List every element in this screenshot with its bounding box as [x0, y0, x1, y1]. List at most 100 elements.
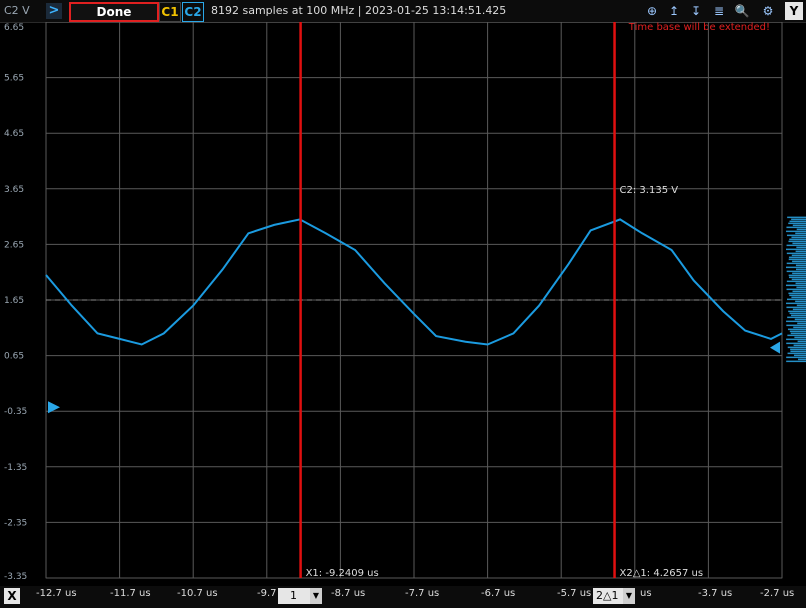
cursor-down-icon[interactable]: ↧	[688, 3, 704, 19]
histogram-bar	[795, 282, 806, 285]
x-axis-button[interactable]: X	[4, 588, 20, 604]
y-tick-label: 1.65	[4, 296, 24, 306]
histogram-bar	[788, 310, 806, 313]
histogram-bar	[786, 280, 806, 283]
y-axis-channel-label: C2 V	[4, 4, 30, 17]
x-tick-label: -9.7	[257, 588, 277, 599]
histogram-bar	[792, 260, 806, 263]
cursor-label-1: X1: -9.2409 us	[306, 568, 379, 579]
histogram-bar	[788, 274, 806, 277]
y-tick-label: 5.65	[4, 74, 24, 84]
cursor-1-dropdown-value: 1	[290, 589, 297, 602]
x-tick-label: -3.7 us	[698, 588, 733, 599]
x-tick-label: -2.7 us	[760, 588, 795, 599]
done-button[interactable]: Done	[69, 2, 159, 22]
histogram-bar	[793, 354, 806, 357]
cursor-lines-icon[interactable]: ≣	[711, 3, 727, 19]
cursor-label-2: X2△1: 4.2657 us	[620, 568, 704, 579]
y-tick-label: -2.35	[4, 518, 27, 528]
zoom-fit-icon[interactable]: ⊕	[644, 3, 660, 19]
magnifier-icon[interactable]: 🔍	[734, 3, 750, 19]
histogram-bar	[797, 358, 806, 361]
histogram-bar	[789, 294, 806, 297]
histogram-bar	[786, 288, 806, 291]
histogram-bar	[796, 246, 806, 249]
histogram-bar	[792, 224, 806, 227]
y-tick-label: -0.35	[4, 407, 27, 417]
histogram-bar	[794, 318, 806, 321]
histogram-bar	[787, 334, 806, 337]
acquisition-status: 8192 samples at 100 MHz | 2023-01-25 13:…	[211, 4, 507, 17]
histogram-bar	[787, 328, 806, 331]
histogram-bar	[789, 220, 806, 223]
histogram-bar	[790, 350, 806, 353]
channel-2-button[interactable]: C2	[182, 2, 204, 22]
histogram-bar	[792, 272, 806, 275]
histogram-bar	[786, 342, 806, 345]
y-tick-label: 4.65	[4, 129, 24, 139]
x-tick-label: -10.7 us	[177, 588, 218, 599]
chevron-down-icon: ▼	[310, 588, 322, 604]
histogram-bar	[788, 256, 806, 259]
histogram-bar	[792, 242, 806, 245]
histogram-bar	[796, 286, 806, 289]
cursor-2-dropdown[interactable]: 2△1 ▼	[593, 588, 635, 604]
histogram-bar	[788, 292, 806, 295]
histogram-bar	[789, 330, 806, 333]
histogram-bar	[791, 314, 806, 317]
x-tick-label: -7.7 us	[405, 588, 440, 599]
histogram-bar	[791, 218, 806, 221]
histogram-bar	[787, 316, 806, 319]
histogram-bar	[788, 276, 806, 279]
histogram-bar	[786, 262, 806, 265]
cursor-2-dropdown-value: 2△1	[596, 589, 619, 602]
histogram-bar	[788, 258, 806, 261]
histogram-bar	[786, 248, 806, 251]
channel-1-button[interactable]: C1	[159, 2, 181, 22]
plot-area[interactable]: 6.65 5.65 4.65 3.65 2.65 1.65 0.65 -0.35 -1.35 -2…	[0, 21, 806, 586]
cursor-value-label: C2: 3.135 V	[620, 185, 679, 196]
x-tick-label: us	[640, 588, 652, 599]
histogram-bar	[791, 278, 806, 281]
x-tick-label: -6.7 us	[481, 588, 516, 599]
trigger-marker-right	[770, 341, 780, 354]
cursor-1-dropdown[interactable]: 1 ▼	[278, 588, 322, 604]
settings-icon[interactable]: ⚙	[760, 3, 776, 19]
histogram-bar	[791, 254, 806, 257]
histogram-bar	[787, 352, 806, 355]
histogram-bar	[786, 302, 806, 305]
histogram-bar	[786, 252, 806, 255]
histogram-bar	[791, 236, 806, 239]
histogram-bar	[786, 234, 806, 237]
histogram-bar	[786, 226, 806, 229]
histogram-bar	[787, 346, 806, 349]
histogram-bar	[786, 270, 806, 273]
histogram-bar	[789, 238, 806, 241]
waveform-plot[interactable]: 6.65 5.65 4.65 3.65 2.65 1.65 0.65 -0.35 -1.35 -2…	[0, 21, 806, 586]
histogram-bar	[787, 216, 806, 219]
y-tick-label: 3.65	[4, 185, 24, 195]
histogram-bar	[793, 344, 806, 347]
histogram-bar	[795, 300, 806, 303]
y-axis-button[interactable]: Y	[785, 2, 803, 20]
histogram-bar	[792, 290, 806, 293]
y-tick-label: -3.35	[4, 572, 27, 582]
histogram-bar	[792, 308, 806, 311]
expand-button[interactable]: >	[46, 3, 62, 19]
histogram-bar	[790, 348, 806, 351]
histogram-bar	[796, 228, 806, 231]
x-tick-label: -8.7 us	[331, 588, 366, 599]
y-tick-label: 2.65	[4, 240, 24, 250]
histogram-bar	[795, 250, 806, 253]
cursor-up-icon[interactable]: ↥	[666, 3, 682, 19]
toolbar: C2 V > Done C1 C2 8192 samples at 100 MH…	[0, 0, 806, 23]
x-tick-label: -11.7 us	[110, 588, 151, 599]
histogram-bar	[786, 266, 806, 269]
histogram-bar	[786, 338, 806, 341]
histogram-bar	[793, 326, 806, 329]
histogram-bar	[786, 306, 806, 309]
y-tick-label: 6.65	[4, 23, 24, 33]
x-tick-label: -5.7 us	[557, 588, 592, 599]
histogram-bar	[795, 268, 806, 271]
histogram-bar	[790, 332, 806, 335]
